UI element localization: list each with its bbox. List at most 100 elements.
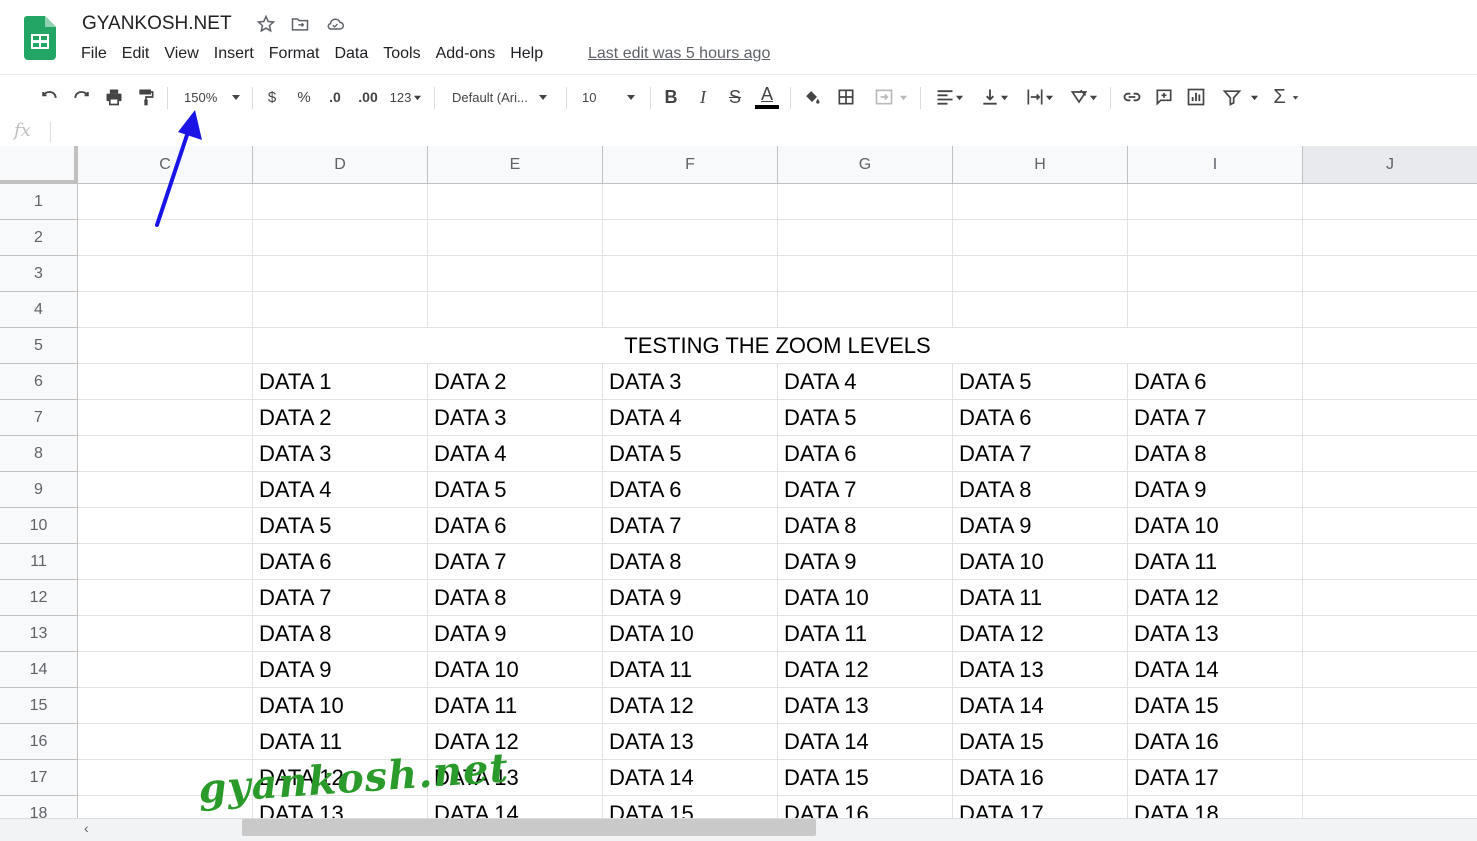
grid-cell[interactable]: DATA 12 <box>1128 580 1303 616</box>
last-edit-link[interactable]: Last edit was 5 hours ago <box>588 45 770 63</box>
grid-cell[interactable] <box>603 220 778 256</box>
grid-cell[interactable] <box>428 292 603 328</box>
grid-cell[interactable] <box>1303 328 1477 364</box>
row-header[interactable]: 8 <box>0 436 78 472</box>
grid-cell[interactable] <box>1303 184 1477 220</box>
row-header[interactable]: 6 <box>0 364 78 400</box>
grid-cell[interactable] <box>253 184 428 220</box>
filter-button[interactable] <box>1216 75 1264 119</box>
grid-cell[interactable] <box>428 220 603 256</box>
grid-cell[interactable] <box>778 292 953 328</box>
row-header[interactable]: 3 <box>0 256 78 292</box>
menu-edit[interactable]: Edit <box>122 45 150 63</box>
grid-cell[interactable]: DATA 8 <box>253 616 428 652</box>
column-header-j[interactable]: J <box>1303 146 1477 184</box>
grid-cell[interactable] <box>253 292 428 328</box>
column-header-i[interactable]: I <box>1128 146 1303 184</box>
grid-cell[interactable] <box>428 184 603 220</box>
grid-cell[interactable]: DATA 8 <box>428 580 603 616</box>
grid-cell[interactable]: DATA 2 <box>253 400 428 436</box>
grid-cell[interactable]: DATA 6 <box>428 508 603 544</box>
menu-help[interactable]: Help <box>510 45 543 63</box>
redo-button[interactable] <box>69 75 95 119</box>
grid-cell[interactable] <box>778 256 953 292</box>
cloud-status-icon[interactable] <box>324 14 346 34</box>
menu-file[interactable]: File <box>81 45 107 63</box>
grid-cell[interactable] <box>1303 796 1477 818</box>
scroll-left-icon[interactable]: ‹ <box>84 820 89 836</box>
menu-addons[interactable]: Add-ons <box>436 45 496 63</box>
grid-cell[interactable] <box>78 616 253 652</box>
grid-cell[interactable] <box>778 220 953 256</box>
grid-cell[interactable]: DATA 10 <box>1128 508 1303 544</box>
select-all-corner[interactable] <box>0 146 78 184</box>
grid-cell[interactable]: DATA 9 <box>603 580 778 616</box>
grid-cell[interactable]: DATA 13 <box>953 652 1128 688</box>
grid-cell[interactable]: DATA 18 <box>1128 796 1303 818</box>
grid-cell[interactable]: DATA 15 <box>603 796 778 818</box>
vertical-align-button[interactable] <box>976 75 1012 119</box>
grid-cell[interactable] <box>1303 508 1477 544</box>
grid-cell[interactable] <box>1303 652 1477 688</box>
grid-cell[interactable]: DATA 8 <box>603 544 778 580</box>
text-wrapping-button[interactable] <box>1020 75 1058 119</box>
grid-cell[interactable]: DATA 6 <box>1128 364 1303 400</box>
grid-cell[interactable] <box>78 508 253 544</box>
grid-cell[interactable]: DATA 6 <box>953 400 1128 436</box>
borders-button[interactable] <box>834 75 858 119</box>
insert-link-button[interactable] <box>1120 75 1144 119</box>
grid-cell[interactable] <box>953 256 1128 292</box>
grid-cell[interactable] <box>78 292 253 328</box>
insert-comment-button[interactable] <box>1152 75 1176 119</box>
grid-cell[interactable]: DATA 3 <box>603 364 778 400</box>
grid-cell[interactable] <box>1303 292 1477 328</box>
horizontal-scrollbar[interactable]: ‹ <box>0 818 1477 841</box>
grid-cell[interactable]: DATA 14 <box>953 688 1128 724</box>
grid-cell[interactable]: DATA 17 <box>1128 760 1303 796</box>
menu-format[interactable]: Format <box>269 45 320 63</box>
grid-cell[interactable]: DATA 15 <box>1128 688 1303 724</box>
grid-cell[interactable] <box>953 220 1128 256</box>
grid-cell[interactable]: DATA 5 <box>253 508 428 544</box>
grid-cell[interactable]: DATA 9 <box>253 652 428 688</box>
grid-cell[interactable]: DATA 4 <box>253 472 428 508</box>
grid-cell[interactable]: DATA 5 <box>953 364 1128 400</box>
grid-cell[interactable]: DATA 9 <box>1128 472 1303 508</box>
scrollbar-thumb[interactable] <box>242 819 816 836</box>
grid-cell[interactable] <box>1128 256 1303 292</box>
column-header-h[interactable]: H <box>953 146 1128 184</box>
bold-button[interactable]: B <box>660 75 682 119</box>
grid-cell[interactable] <box>603 184 778 220</box>
column-header-e[interactable]: E <box>428 146 603 184</box>
grid-cell[interactable]: DATA 17 <box>953 796 1128 818</box>
text-color-button[interactable]: A <box>754 75 780 119</box>
row-header[interactable]: 5 <box>0 328 78 364</box>
grid-cell[interactable]: DATA 6 <box>253 544 428 580</box>
row-header[interactable]: 2 <box>0 220 78 256</box>
menu-data[interactable]: Data <box>334 45 368 63</box>
row-header[interactable]: 16 <box>0 724 78 760</box>
star-icon[interactable] <box>256 14 276 34</box>
column-header-g[interactable]: G <box>778 146 953 184</box>
grid-cell[interactable]: DATA 6 <box>778 436 953 472</box>
grid-cell[interactable]: DATA 9 <box>428 616 603 652</box>
grid-cell[interactable] <box>428 256 603 292</box>
print-button[interactable] <box>102 75 126 119</box>
grid-cell[interactable] <box>953 292 1128 328</box>
fill-color-button[interactable] <box>800 75 824 119</box>
grid-cell[interactable] <box>1303 472 1477 508</box>
grid-cell[interactable]: DATA 5 <box>603 436 778 472</box>
sheets-logo-icon[interactable] <box>24 16 56 60</box>
grid-cell[interactable]: DATA 14 <box>603 760 778 796</box>
document-title[interactable]: GYANKOSH.NET <box>82 13 232 35</box>
grid-cell[interactable]: DATA 13 <box>603 724 778 760</box>
grid-cell[interactable] <box>1303 400 1477 436</box>
grid-cell[interactable] <box>1303 436 1477 472</box>
merge-cells-button[interactable] <box>866 75 914 119</box>
italic-button[interactable]: I <box>692 75 714 119</box>
grid-cell[interactable]: DATA 5 <box>428 472 603 508</box>
spreadsheet-grid[interactable]: C D E F G H I J 1 2 3 4 5 TESTING THE ZOOM LEVELS 6 DAT… <box>0 146 1477 818</box>
row-header[interactable]: 1 <box>0 184 78 220</box>
grid-cell[interactable]: DATA 6 <box>603 472 778 508</box>
row-header[interactable]: 4 <box>0 292 78 328</box>
